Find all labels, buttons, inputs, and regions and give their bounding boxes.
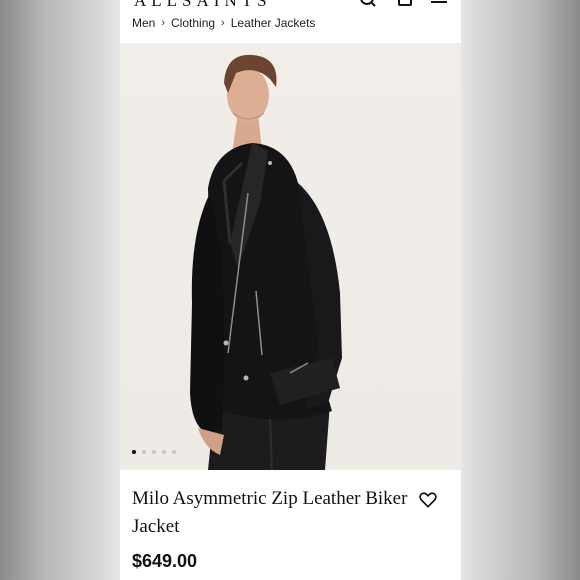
heart-icon[interactable] [418, 490, 438, 510]
product-image-gallery[interactable] [120, 43, 461, 470]
breadcrumb-item-men[interactable]: Men [132, 16, 155, 30]
shopping-bag-icon[interactable] [396, 0, 414, 8]
product-title: Milo Asymmetric Zip Leather Biker Jacket [132, 488, 408, 537]
gallery-pagination[interactable] [132, 450, 176, 454]
phone-screen: ALLSAINTS Men › Clothing › Leather Jacke… [120, 0, 461, 580]
gallery-dot[interactable] [172, 450, 176, 454]
gallery-dot[interactable] [162, 450, 166, 454]
breadcrumb: Men › Clothing › Leather Jackets [132, 15, 315, 31]
breadcrumb-item-clothing[interactable]: Clothing [171, 16, 215, 30]
brand-logo[interactable]: ALLSAINTS [134, 0, 272, 11]
product-price: $649.00 [132, 551, 198, 571]
gallery-dot[interactable] [142, 450, 146, 454]
breadcrumb-item-leather-jackets[interactable]: Leather Jackets [231, 16, 316, 30]
chevron-right-icon: › [161, 17, 166, 29]
hamburger-menu-icon[interactable] [430, 0, 448, 8]
site-header: ALLSAINTS [120, 0, 461, 12]
gallery-dot[interactable] [152, 450, 156, 454]
product-photo [190, 54, 342, 470]
gallery-dot[interactable] [132, 450, 136, 454]
search-icon[interactable] [360, 0, 378, 8]
chevron-right-icon: › [221, 17, 225, 29]
